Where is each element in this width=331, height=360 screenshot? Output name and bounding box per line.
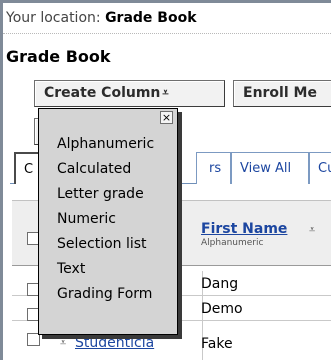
first-name-cell: Dang: [201, 276, 239, 292]
window-frame-top: [0, 0, 331, 3]
window-frame-left: [0, 0, 3, 360]
breadcrumb-prefix: Your location:: [6, 10, 106, 26]
menu-item-selection-list[interactable]: Selection list: [57, 236, 147, 252]
tab-custom[interactable]: Cu: [309, 152, 331, 184]
enroll-button[interactable]: Enroll Me: [233, 80, 331, 107]
menu-item-grading-form[interactable]: Grading Form: [57, 286, 152, 302]
first-name-cell: Fake: [201, 336, 233, 352]
close-icon[interactable]: ×: [160, 111, 173, 124]
menu-item-letter-grade[interactable]: Letter grade: [57, 186, 144, 202]
create-column-menu: × Alphanumeric Calculated Letter grade N…: [38, 108, 178, 335]
menu-item-alphanumeric[interactable]: Alphanumeric: [57, 136, 154, 152]
column-type-label: Alphanumeric: [201, 238, 264, 248]
sort-menu-icon[interactable]: ⩡: [309, 223, 315, 237]
create-column-button[interactable]: Create Column ⩡: [34, 80, 225, 107]
create-column-label: Create Column: [44, 85, 161, 101]
tab-view-all[interactable]: View All: [231, 152, 309, 184]
breadcrumb-divider: [3, 33, 331, 34]
first-name-column-header[interactable]: First Name: [201, 221, 287, 237]
breadcrumb: Your location: Grade Book: [6, 10, 197, 26]
tab-testers[interactable]: rs: [196, 152, 231, 184]
menu-item-numeric[interactable]: Numeric: [57, 211, 116, 227]
breadcrumb-current: Grade Book: [105, 10, 197, 26]
menu-item-text[interactable]: Text: [57, 261, 85, 277]
page-title: Grade Book: [6, 47, 111, 66]
first-name-cell: Demo: [201, 301, 243, 317]
menu-item-calculated[interactable]: Calculated: [57, 161, 131, 177]
chevron-down-icon: ⩡: [162, 86, 169, 99]
